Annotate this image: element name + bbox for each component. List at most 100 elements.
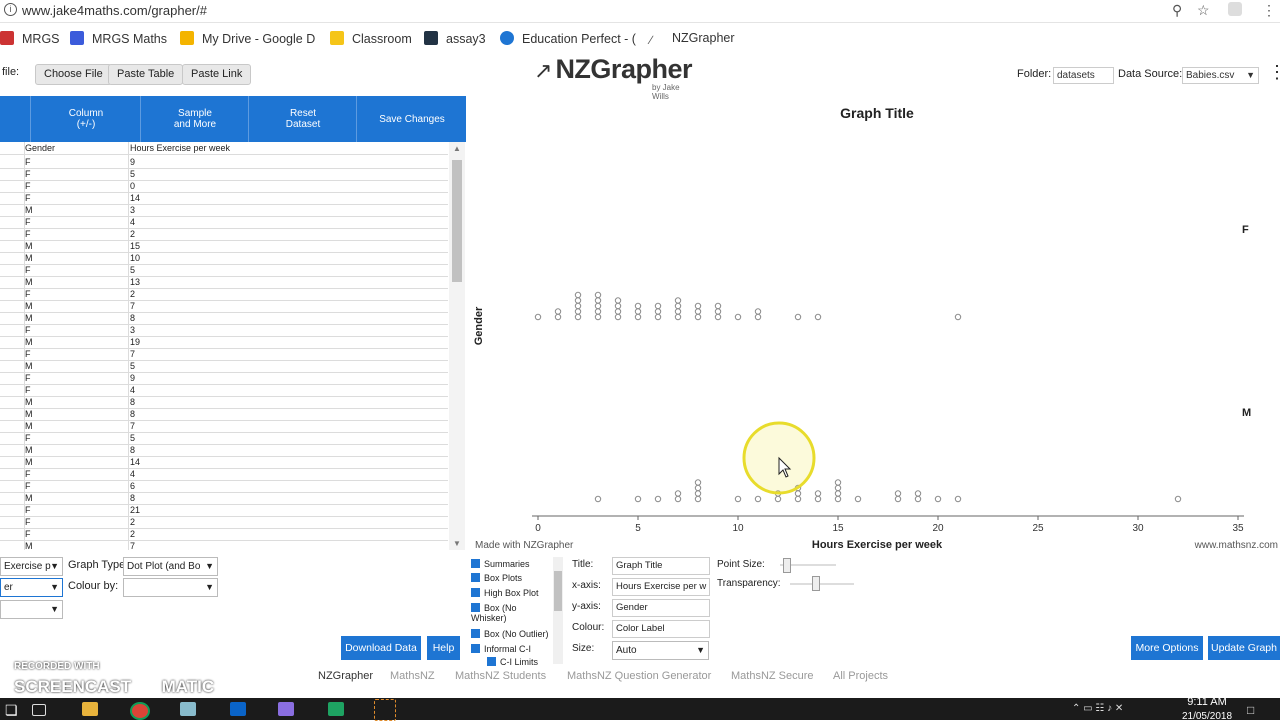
choose-file-button[interactable]: Choose File [35,64,112,85]
y-axis-input[interactable]: Gender [612,599,710,617]
cell-hours[interactable]: 7 [130,348,135,360]
point-size-handle[interactable] [783,558,791,573]
bookmark-mrgs-maths[interactable]: MRGS Maths [70,31,167,46]
cell-hours[interactable]: 2 [130,228,135,240]
graph-type-select[interactable]: Dot Plot (and Bo ▼ [123,557,218,576]
cell-gender[interactable]: M [25,540,33,550]
url-text[interactable]: www.jake4maths.com/grapher/# [22,3,207,18]
cell-hours[interactable]: 6 [130,480,135,492]
transparency-slider[interactable] [790,583,854,585]
cell-hours[interactable]: 5 [130,432,135,444]
cell-gender[interactable]: M [25,360,33,372]
cell-gender[interactable]: M [25,492,33,504]
cell-hours[interactable]: 2 [130,516,135,528]
cell-hours[interactable]: 4 [130,216,135,228]
cell-gender[interactable]: M [25,300,33,312]
cell-hours[interactable]: 2 [130,528,135,540]
menu-dots-icon[interactable]: ⋮ [1262,2,1276,19]
cell-hours[interactable]: 7 [130,420,135,432]
cell-gender[interactable]: F [25,288,31,300]
variable-2-select[interactable]: er ▼ [0,578,63,597]
bookmark-classroom[interactable]: Classroom [330,31,412,46]
scrollbar-thumb[interactable] [554,571,562,611]
scroll-up-icon[interactable]: ▲ [453,144,461,153]
cell-gender[interactable]: F [25,348,31,360]
screencast-icon[interactable] [374,699,396,721]
cell-gender[interactable]: F [25,192,31,204]
variable-1-select[interactable]: Exercise p ▼ [0,557,63,576]
table-row[interactable]: M7 [0,540,448,550]
cell-hours[interactable]: 8 [130,312,135,324]
outlook-icon[interactable] [230,702,246,716]
cell-hours[interactable]: Hours Exercise per week [130,142,230,154]
data-source-select[interactable]: Babies.csv ▼ [1182,67,1259,84]
bookmark-drive[interactable]: My Drive - Google D [180,31,315,46]
save-changes-button[interactable]: Save Changes [356,96,467,142]
cell-hours[interactable]: 15 [130,240,140,252]
cell-hours[interactable]: 9 [130,156,135,168]
cell-gender[interactable]: F [25,180,31,192]
cell-hours[interactable]: 13 [130,276,140,288]
extension-icon[interactable] [1228,2,1242,16]
cell-hours[interactable]: 8 [130,444,135,456]
chrome-icon[interactable] [130,702,150,720]
summaries-checkbox[interactable]: Summaries [471,559,530,569]
cell-gender[interactable]: M [25,408,33,420]
cell-hours[interactable]: 5 [130,360,135,372]
cell-gender[interactable]: F [25,516,31,528]
update-graph-button[interactable]: Update Graph [1208,636,1280,660]
cell-gender[interactable]: F [25,372,31,384]
scroll-down-icon[interactable]: ▼ [453,539,461,548]
paste-table-button[interactable]: Paste Table [108,64,184,85]
classroom-icon[interactable] [328,702,344,716]
cell-hours[interactable]: 9 [130,372,135,384]
column-button[interactable]: Column (+/-) [30,96,141,142]
transparency-handle[interactable] [812,576,820,591]
cell-hours[interactable]: 10 [130,252,140,264]
table-header[interactable]: Gender Hours Exercise per week [0,142,448,155]
cell-gender[interactable]: F [25,504,31,516]
cell-hours[interactable]: 7 [130,540,135,550]
cell-gender[interactable]: M [25,396,33,408]
bookmark-mrgs[interactable]: MRGS [0,31,60,46]
notifications-icon[interactable]: □ [1247,703,1254,717]
reset-dataset-button[interactable]: Reset Dataset [248,96,357,142]
task-view-icon[interactable] [32,704,46,716]
cell-gender[interactable]: M [25,240,33,252]
cell-gender[interactable]: F [25,168,31,180]
folder-input[interactable]: datasets [1053,67,1114,84]
footer-link-students[interactable]: MathsNZ Students [455,670,546,682]
box-plots-checkbox[interactable]: Box Plots [471,573,522,583]
windows-start-icon[interactable]: ❏ [5,702,18,719]
cell-gender[interactable]: M [25,252,33,264]
cell-gender[interactable]: F [25,528,31,540]
cell-gender[interactable]: M [25,204,33,216]
bookmark-assay3[interactable]: assay3 [424,31,486,46]
cell-hours[interactable]: 4 [130,468,135,480]
app-icon[interactable] [180,702,196,716]
cell-hours[interactable]: 14 [130,192,140,204]
cell-gender[interactable]: F [25,468,31,480]
scrollbar-thumb[interactable] [452,160,462,282]
ci-limits-checkbox[interactable]: C-I Limits [487,657,538,667]
cell-gender[interactable]: F [25,324,31,336]
cell-gender[interactable]: M [25,420,33,432]
more-options-button[interactable]: More Options [1131,636,1203,660]
bookmark-education-perfect[interactable]: Education Perfect - ( [500,31,636,46]
cell-hours[interactable]: 2 [130,288,135,300]
cell-gender[interactable]: F [25,480,31,492]
tray-icons[interactable]: ⌃ ▭ ☷ ♪ ✕ [1072,703,1123,714]
options-scrollbar[interactable] [553,557,563,664]
cell-gender[interactable]: M [25,312,33,324]
colour-input[interactable]: Color Label [612,620,710,638]
cell-hours[interactable]: 5 [130,168,135,180]
cell-hours[interactable]: 5 [130,264,135,276]
cell-hours[interactable]: 8 [130,492,135,504]
footer-link-question-generator[interactable]: MathsNZ Question Generator [567,670,711,682]
cell-gender[interactable]: M [25,444,33,456]
cell-gender[interactable]: F [25,264,31,276]
address-bar[interactable]: i www.jake4maths.com/grapher/# ⚲ ☆ ⋮ [0,0,1280,23]
cell-gender[interactable]: M [25,276,33,288]
size-select[interactable]: Auto ▼ [612,641,709,660]
cell-gender[interactable]: F [25,156,31,168]
